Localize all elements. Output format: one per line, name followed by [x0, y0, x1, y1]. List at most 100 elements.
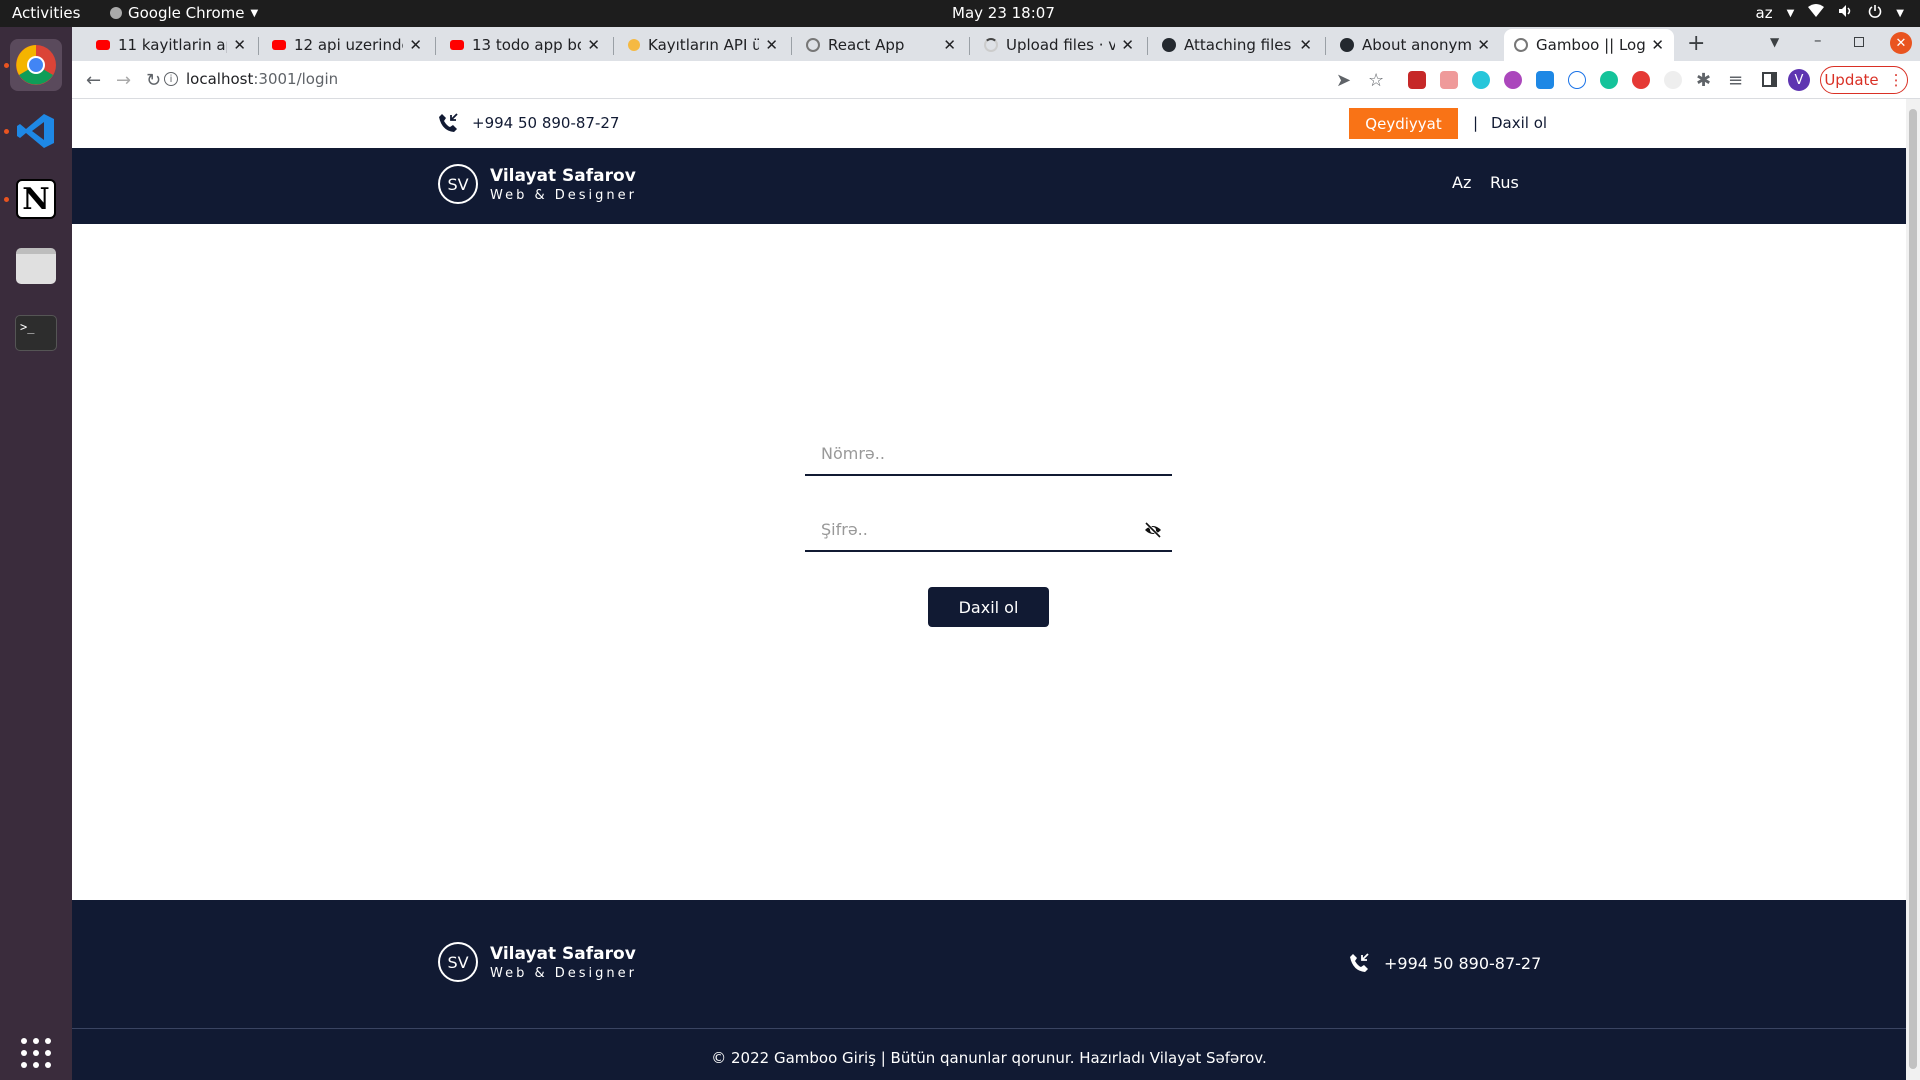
extension-icon[interactable]: [1568, 71, 1586, 89]
footer-logo[interactable]: SV Vilayat Safarov Web & Designer: [438, 942, 637, 982]
close-tab-icon[interactable]: ✕: [1299, 36, 1312, 54]
extension-icon[interactable]: [1408, 71, 1426, 89]
extension-icon[interactable]: [1536, 71, 1554, 89]
browser-tab[interactable]: 12 api uzerinden ✕: [262, 29, 432, 61]
more-menu-icon: ⋮: [1888, 71, 1904, 89]
login-submit-button[interactable]: Daxil ol: [928, 587, 1049, 627]
bookmark-star-icon[interactable]: ☆: [1368, 70, 1384, 91]
extension-icon[interactable]: [1504, 71, 1522, 89]
logo-circle: SV: [438, 164, 478, 204]
top-header: +994 50 890-87-27 Qeydiyyat | Daxil ol: [72, 99, 1906, 148]
logo-circle: SV: [438, 942, 478, 982]
register-button[interactable]: Qeydiyyat: [1349, 108, 1458, 139]
lang-az-link[interactable]: Az: [1452, 173, 1471, 192]
reading-list-icon[interactable]: ≡: [1728, 70, 1743, 91]
chrome-dock-icon[interactable]: [10, 39, 62, 91]
tab-separator: [1147, 37, 1148, 55]
keyboard-layout[interactable]: az: [1756, 4, 1773, 22]
extensions-puzzle-icon[interactable]: ✱: [1696, 70, 1711, 91]
browser-tab[interactable]: Attaching files · ✕: [1152, 29, 1322, 61]
logo-name: Vilayat Safarov: [490, 943, 636, 964]
restore-icon[interactable]: [1854, 37, 1864, 47]
close-tab-icon[interactable]: ✕: [1651, 36, 1664, 54]
close-tab-icon[interactable]: ✕: [765, 36, 778, 54]
password-field: [805, 508, 1172, 552]
close-tab-icon[interactable]: ✕: [1121, 36, 1134, 54]
globe-icon: [806, 38, 820, 52]
extension-icon[interactable]: [1632, 71, 1650, 89]
power-icon: [1868, 4, 1882, 22]
address-bar[interactable]: localhost:3001/login: [186, 70, 338, 88]
browser-tab[interactable]: Upload files · vila ✕: [974, 29, 1144, 61]
browser-tab[interactable]: React App ✕: [796, 29, 966, 61]
dock: N >_: [0, 27, 72, 1080]
navbar: SV Vilayat Safarov Web & Designer Az Rus: [72, 148, 1906, 224]
running-indicator: [4, 197, 9, 202]
new-tab-icon[interactable]: +: [1687, 31, 1705, 56]
page-scrollbar[interactable]: [1906, 99, 1920, 1080]
close-tab-icon[interactable]: ✕: [233, 36, 246, 54]
browser-tab-active[interactable]: Gamboo || Login ✕: [1504, 29, 1674, 61]
password-input[interactable]: [805, 508, 1172, 550]
browser-tab[interactable]: Kayıtların API üze ✕: [618, 29, 788, 61]
side-panel-icon[interactable]: [1762, 72, 1777, 87]
vscode-dock-icon[interactable]: [10, 105, 62, 157]
browser-tab[interactable]: About anonymiz ✕: [1330, 29, 1500, 61]
logo-name: Vilayat Safarov: [490, 165, 636, 186]
chrome-small-icon: [110, 7, 122, 19]
extension-icon[interactable]: [1664, 71, 1682, 89]
grammarly-icon[interactable]: [1600, 71, 1618, 89]
notion-dock-icon[interactable]: N: [10, 173, 62, 225]
header-separator: |: [1473, 114, 1479, 132]
volume-icon: [1838, 4, 1854, 22]
clock[interactable]: May 23 18:07: [952, 4, 1055, 22]
system-tray[interactable]: az ▼ ▼: [1756, 4, 1904, 22]
logo-subtitle: Web & Designer: [490, 965, 637, 981]
close-tab-icon[interactable]: ✕: [1477, 36, 1490, 54]
tab-title: Attaching files ·: [1184, 36, 1294, 54]
scrollbar-thumb[interactable]: [1909, 109, 1917, 1069]
update-button[interactable]: Update ⋮: [1820, 66, 1908, 94]
site-logo[interactable]: SV Vilayat Safarov Web & Designer: [438, 164, 637, 204]
activities-button[interactable]: Activities: [12, 4, 80, 22]
loading-icon: [984, 38, 998, 52]
footer-phone-icon: [1349, 953, 1369, 977]
tab-title: About anonymiz: [1362, 36, 1472, 54]
app-menu[interactable]: Google Chrome ▼: [110, 4, 258, 22]
tab-title: React App: [828, 36, 905, 54]
forward-icon[interactable]: →: [116, 70, 131, 91]
site-info-icon[interactable]: i: [164, 72, 178, 86]
minimize-icon[interactable]: –: [1814, 31, 1822, 49]
header-login-link[interactable]: Daxil ol: [1491, 114, 1547, 132]
number-input[interactable]: [805, 432, 1172, 474]
profile-avatar[interactable]: V: [1788, 69, 1810, 91]
footer-phone[interactable]: +994 50 890-87-27: [1384, 954, 1541, 973]
extension-icon[interactable]: [1440, 71, 1458, 89]
tab-search-icon[interactable]: ▼: [1770, 35, 1779, 49]
youtube-icon: [96, 40, 110, 50]
tab-separator: [258, 37, 259, 55]
extension-icon[interactable]: [1472, 71, 1490, 89]
back-icon[interactable]: ←: [86, 70, 101, 91]
running-indicator: [4, 63, 9, 68]
close-tab-icon[interactable]: ✕: [943, 36, 956, 54]
close-tab-icon[interactable]: ✕: [409, 36, 422, 54]
footer: SV Vilayat Safarov Web & Designer +994 5…: [72, 900, 1906, 1080]
chevron-down-icon: ▼: [250, 7, 259, 19]
close-window-icon[interactable]: ✕: [1890, 32, 1912, 54]
files-dock-icon[interactable]: [10, 240, 62, 292]
show-apps-icon[interactable]: [10, 1027, 62, 1079]
terminal-dock-icon[interactable]: >_: [10, 307, 62, 359]
eye-slash-icon[interactable]: [1144, 521, 1162, 542]
tab-title: 12 api uzerinden: [294, 36, 403, 54]
phone-icon: [438, 113, 458, 137]
close-tab-icon[interactable]: ✕: [587, 36, 600, 54]
reload-icon[interactable]: ↻: [146, 70, 161, 91]
send-icon[interactable]: ➤: [1336, 70, 1351, 91]
page-viewport: +994 50 890-87-27 Qeydiyyat | Daxil ol S…: [72, 99, 1906, 1080]
header-phone[interactable]: +994 50 890-87-27: [472, 114, 619, 132]
browser-tab[interactable]: 13 todo app bolu ✕: [440, 29, 610, 61]
system-top-bar: Activities Google Chrome ▼ May 23 18:07 …: [0, 0, 1920, 27]
browser-tab[interactable]: 11 kayitlarin api üz ✕: [86, 29, 256, 61]
lang-ru-link[interactable]: Rus: [1490, 173, 1519, 192]
